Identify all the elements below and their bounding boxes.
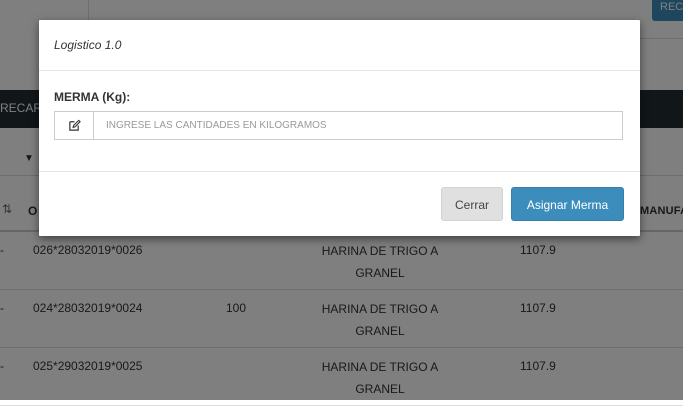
assign-merma-button[interactable]: Asignar Merma — [511, 187, 624, 221]
modal-body: MERMA (Kg): — [39, 71, 640, 171]
modal-title: Logistico 1.0 — [54, 38, 122, 52]
merma-modal: Logistico 1.0 MERMA (Kg): Cerrar Asignar… — [39, 20, 640, 236]
modal-footer: Cerrar Asignar Merma — [39, 171, 640, 237]
merma-input[interactable] — [94, 112, 622, 139]
edit-icon — [55, 112, 94, 139]
close-button[interactable]: Cerrar — [441, 187, 503, 221]
merma-label: MERMA (Kg): — [54, 90, 131, 104]
merma-input-group — [54, 111, 623, 140]
modal-header: Logistico 1.0 — [39, 20, 640, 71]
